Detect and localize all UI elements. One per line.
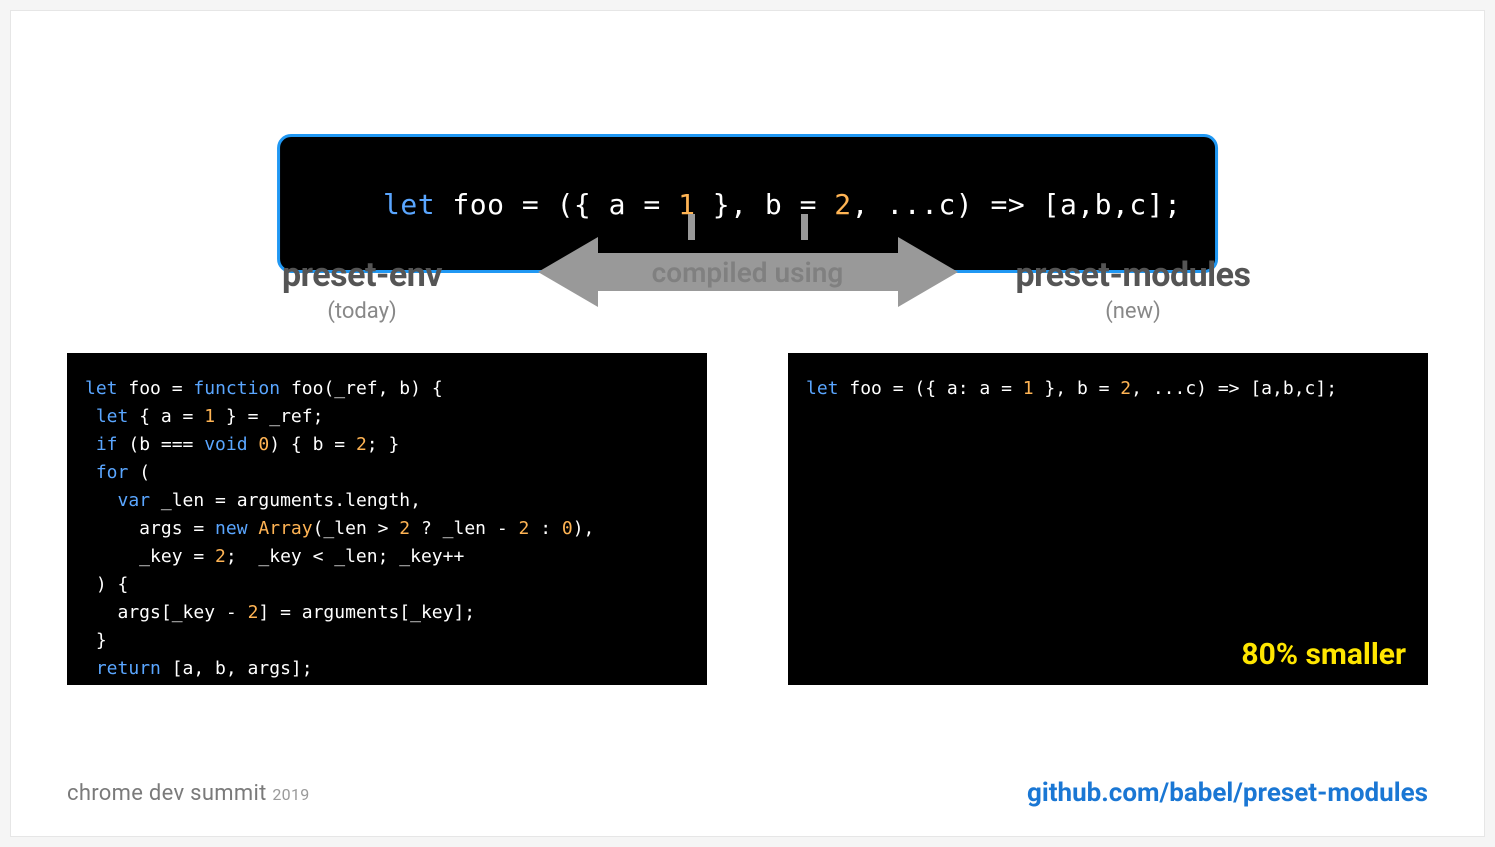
left-title: preset-env: [67, 255, 657, 295]
size-badge: 80% smaller: [1241, 641, 1406, 669]
event-name: chrome dev summit: [67, 781, 267, 806]
event-year: 2019: [272, 785, 309, 804]
right-output-code: let foo = ({ a: a = 1 }, b = 2, ...c) =>…: [806, 378, 1337, 399]
right-column-heading: preset-modules (new): [838, 255, 1428, 324]
left-subtitle: (today): [67, 299, 657, 324]
right-title: preset-modules: [838, 255, 1428, 295]
right-output-pane: let foo = ({ a: a = 1 }, b = 2, ...c) =>…: [788, 353, 1428, 685]
slide: let foo = ({ a = 1 }, b = 2, ...c) => [a…: [10, 10, 1485, 837]
left-column-heading: preset-env (today): [67, 255, 657, 324]
left-output-code: let foo = function foo(_ref, b) { let { …: [85, 378, 594, 707]
left-output-pane: let foo = function foo(_ref, b) { let { …: [67, 353, 707, 685]
footer-link[interactable]: github.com/babel/preset-modules: [1027, 778, 1428, 808]
footer-left: chrome dev summit 2019: [67, 781, 310, 806]
right-subtitle: (new): [838, 299, 1428, 324]
